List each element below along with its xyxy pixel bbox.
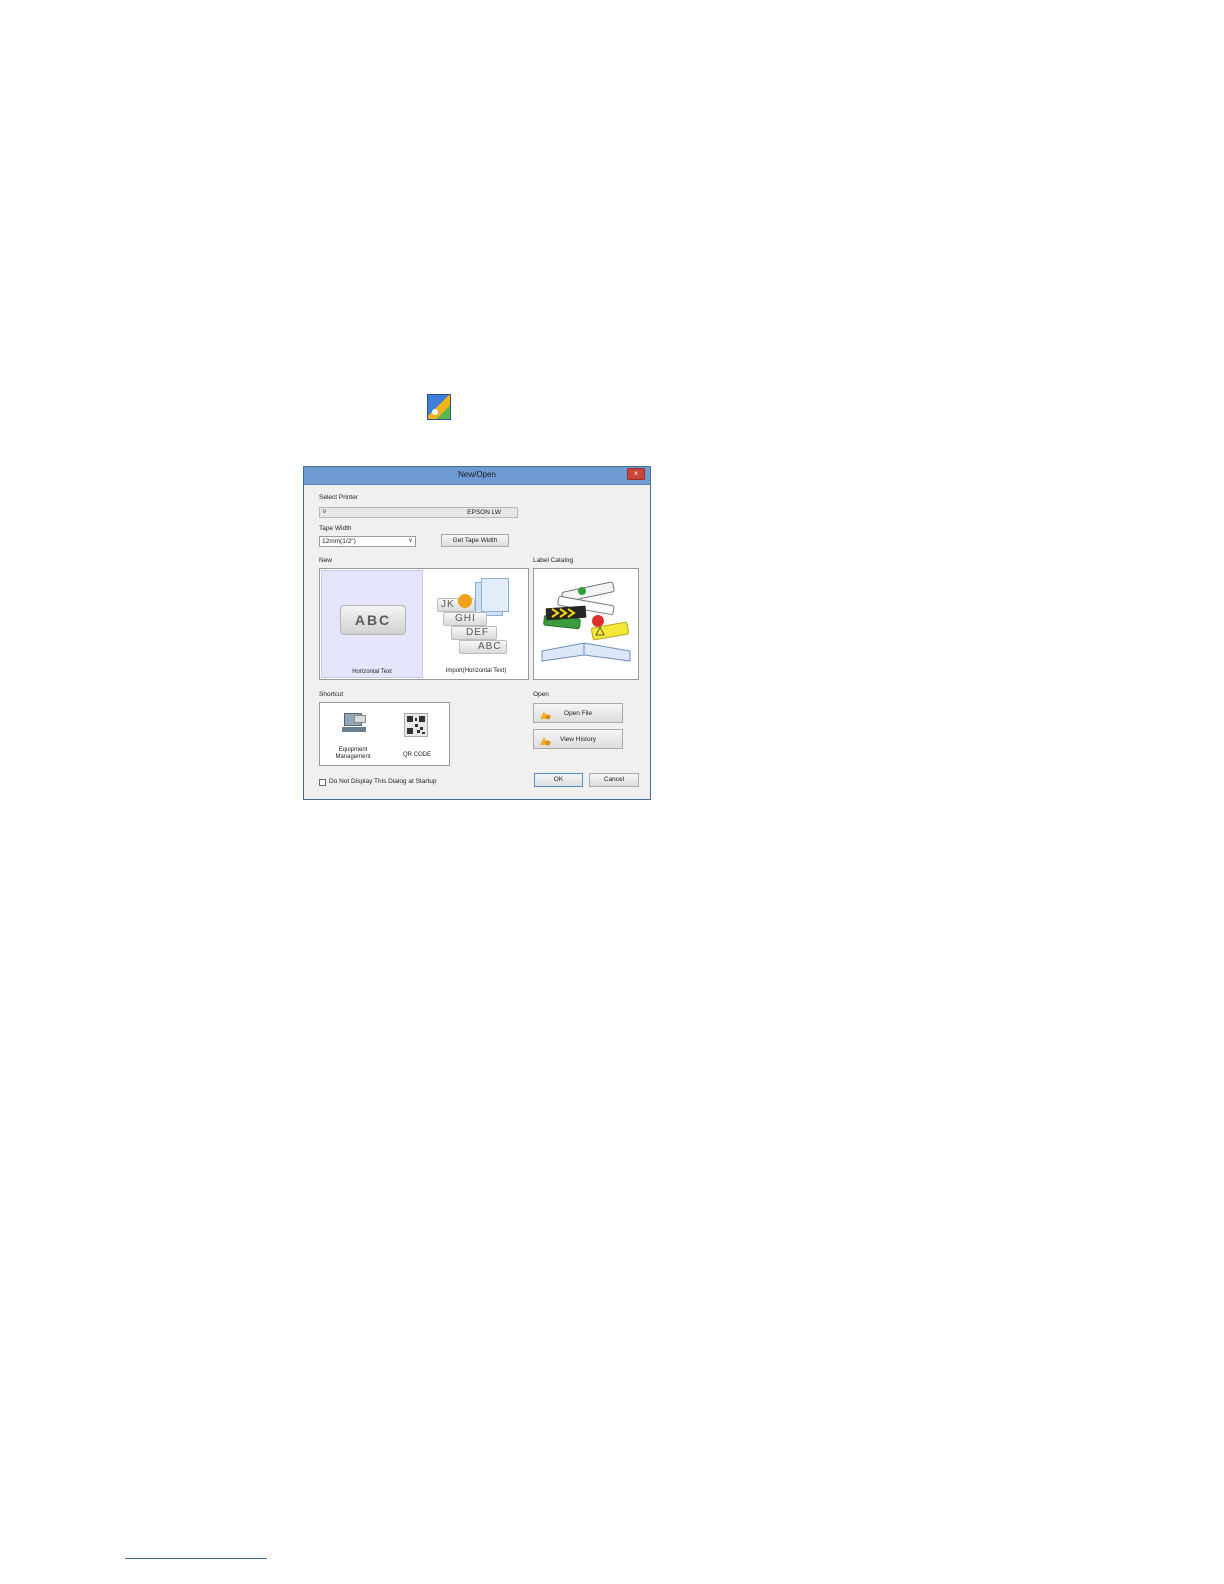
qr-code-caption: QR CODE xyxy=(402,752,431,758)
view-history-label: View History xyxy=(559,736,596,743)
horizontal-text-caption: Horizontal Text xyxy=(352,669,392,675)
label-catalog-section-label: Label Catalog xyxy=(533,557,574,564)
import-horizontal-text-tile[interactable]: JK GHI DEF ABC Import(Horizontal Text) xyxy=(425,570,527,678)
ok-button[interactable]: OK xyxy=(534,773,583,787)
equipment-caption-line2: Management xyxy=(335,754,371,760)
new-open-dialog: New/Open × Select Printer v EPSON LW Tap… xyxy=(303,466,651,800)
label-catalog-panel[interactable] xyxy=(533,568,639,680)
equipment-management-icon xyxy=(342,713,366,733)
tape-width-value: 12mm(1/2") xyxy=(322,538,356,545)
label-catalog-icon xyxy=(534,569,638,684)
tape-width-label: Tape Width xyxy=(319,525,352,532)
open-section-label: Open xyxy=(533,691,549,698)
view-history-button[interactable]: View History xyxy=(533,729,623,749)
open-file-label: Open File xyxy=(563,710,593,717)
open-file-button[interactable]: Open File xyxy=(533,703,623,723)
new-templates-panel: ABC Horizontal Text JK GHI DEF ABC Impor… xyxy=(319,568,529,680)
shortcut-section-label: Shortcut xyxy=(319,691,344,698)
equipment-management-shortcut[interactable]: Equipment Management xyxy=(322,705,384,763)
chevron-down-icon: v xyxy=(409,538,412,544)
do-not-display-checkbox[interactable] xyxy=(319,779,326,786)
equipment-caption-line1: Equipment xyxy=(338,747,368,753)
printer-value: EPSON LW xyxy=(467,509,501,516)
label-editor-app-icon xyxy=(427,394,451,420)
import-horizontal-text-caption: Import(Horizontal Text) xyxy=(445,668,507,674)
select-printer-label: Select Printer xyxy=(319,494,359,501)
cancel-button[interactable]: Cancel xyxy=(589,773,639,787)
abc-label-icon: ABC xyxy=(340,605,406,635)
footnote-divider xyxy=(125,1558,267,1559)
qr-code-shortcut[interactable]: QR CODE xyxy=(386,705,448,763)
shortcut-panel: Equipment Management QR CODE xyxy=(319,702,450,766)
dialog-titlebar[interactable]: New/Open × xyxy=(304,467,650,485)
chevron-down-icon: v xyxy=(323,509,326,515)
horizontal-text-tile[interactable]: ABC Horizontal Text xyxy=(321,570,423,678)
dialog-title: New/Open xyxy=(458,470,496,479)
printer-dropdown[interactable]: v EPSON LW xyxy=(319,507,518,518)
new-section-label: New xyxy=(319,557,333,564)
tape-width-dropdown[interactable]: 12mm(1/2") v xyxy=(319,536,416,547)
qr-code-icon xyxy=(404,713,428,737)
get-tape-width-button[interactable]: Get Tape Width xyxy=(441,534,509,547)
close-button[interactable]: × xyxy=(627,468,645,480)
do-not-display-label[interactable]: Do Not Display This Dialog at Startup xyxy=(329,778,437,785)
